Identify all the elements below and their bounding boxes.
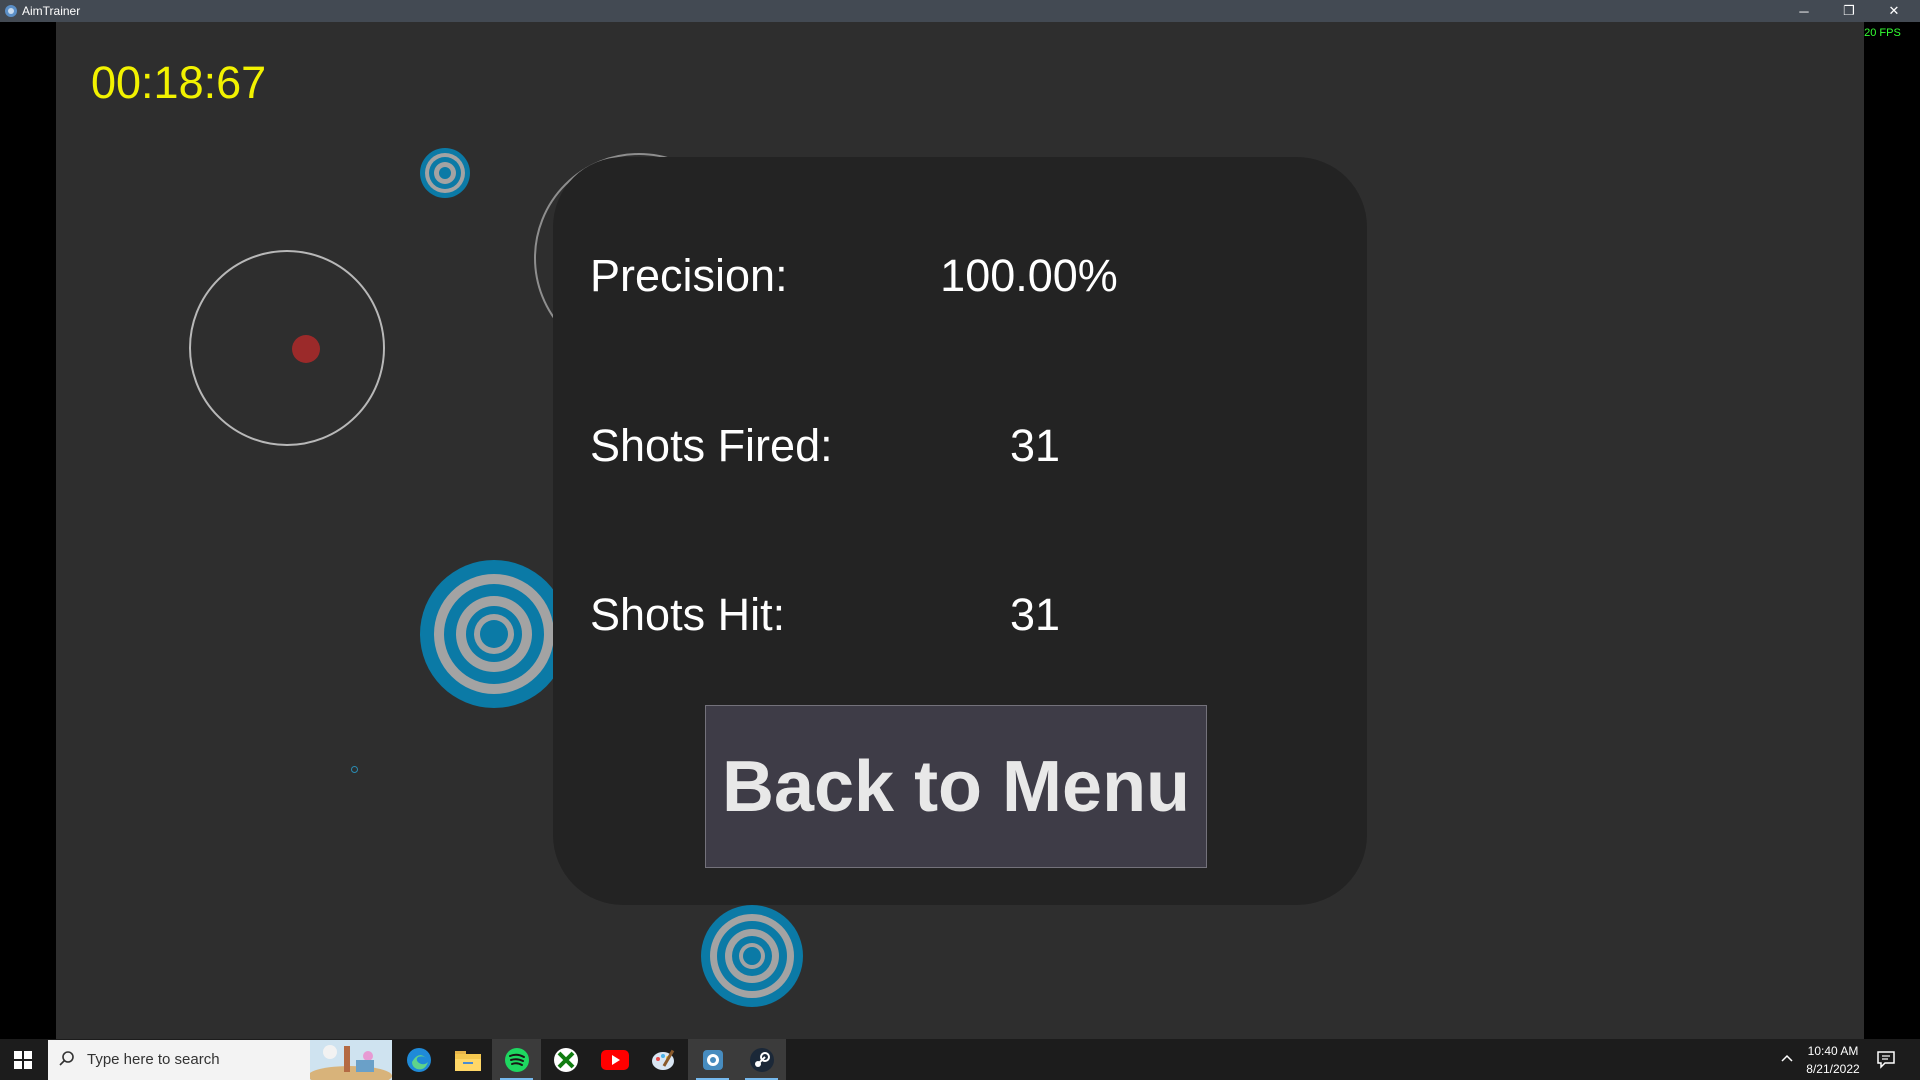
letterbox-left (0, 22, 56, 1039)
window-title-bar[interactable]: AimTrainer ─ ❐ ✕ (0, 0, 1920, 22)
edge-icon[interactable] (394, 1039, 443, 1080)
taskbar: Type here to search 10:40 AM 8/21/2022 (0, 1039, 1920, 1080)
taskbar-clock[interactable]: 10:40 AM 8/21/2022 (1796, 1042, 1870, 1078)
shots-hit-value: 31 (1009, 589, 1061, 640)
target-small[interactable] (419, 147, 471, 199)
search-placeholder: Type here to search (87, 1051, 220, 1068)
chevron-up-icon[interactable] (1780, 1051, 1794, 1065)
search-highlight-image (310, 1040, 392, 1080)
minimize-button[interactable]: ─ (1782, 0, 1826, 22)
shots-fired-label: Shots Fired: (590, 420, 833, 471)
clock-date: 8/21/2022 (1806, 1062, 1860, 1076)
crosshair-ring (189, 250, 385, 446)
spotify-icon[interactable] (492, 1039, 541, 1080)
close-button[interactable]: ✕ (1872, 0, 1916, 22)
shots-hit-label: Shots Hit: (590, 589, 786, 640)
timer: 00:18:67 (91, 57, 267, 108)
notification-icon[interactable] (1876, 1049, 1896, 1069)
app-icon (5, 5, 17, 17)
results-panel: Precision: 100.00% Shots Fired: 31 Shots… (553, 157, 1367, 905)
xbox-icon[interactable] (541, 1039, 590, 1080)
aimtrainer-icon[interactable] (688, 1039, 737, 1080)
paint-icon[interactable] (639, 1039, 688, 1080)
steam-icon[interactable] (737, 1039, 786, 1080)
shots-fired-value: 31 (1009, 420, 1061, 471)
precision-value: 100.00% (940, 250, 1118, 301)
taskbar-search[interactable]: Type here to search (48, 1040, 392, 1080)
target-large[interactable] (420, 560, 568, 708)
letterbox-right (1864, 22, 1920, 1039)
windows-start-icon[interactable] (0, 1039, 46, 1080)
target-tiny[interactable] (351, 766, 358, 773)
crosshair-dot (292, 335, 320, 363)
game-area[interactable]: 00:18:67 Precision: 100.00% Shots Fired:… (56, 22, 1864, 1039)
fps-counter: 120 FPS (1858, 27, 1901, 39)
back-to-menu-button[interactable]: Back to Menu (705, 705, 1207, 868)
youtube-icon[interactable] (590, 1039, 639, 1080)
window-title: AimTrainer (22, 4, 81, 18)
file-explorer-icon[interactable] (443, 1039, 492, 1080)
search-icon (59, 1051, 74, 1066)
target-medium[interactable] (701, 905, 803, 1007)
precision-label: Precision: (590, 250, 788, 301)
clock-time: 10:40 AM (1807, 1044, 1859, 1058)
restore-button[interactable]: ❐ (1827, 0, 1871, 22)
